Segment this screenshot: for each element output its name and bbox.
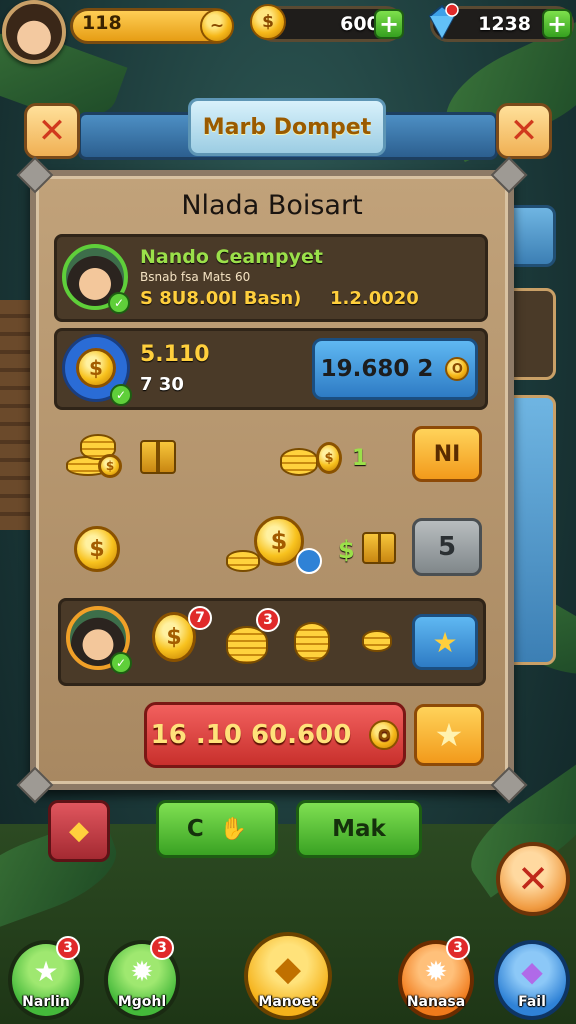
panel-corner [490, 156, 528, 194]
blue-coin-icon [296, 548, 322, 574]
player-avatar[interactable] [2, 0, 66, 64]
secondary-button-label: C [186, 816, 204, 842]
nav-label: Fail [518, 994, 546, 1010]
coin-icon: O [445, 357, 470, 381]
total-button[interactable]: 16 .10 60.600 O [144, 702, 406, 768]
close-icon: ✕ [37, 111, 67, 151]
panel-corner [490, 766, 528, 804]
gear-icon: ✹ [424, 955, 448, 988]
gold-chest-icon [362, 532, 396, 564]
star-icon: ★ [33, 955, 59, 988]
nav-label: Nanasa [406, 994, 466, 1010]
star-icon: ★ [434, 716, 464, 754]
profile-name: Nando Ceampyet [140, 246, 323, 268]
close-icon: ✕ [509, 111, 539, 151]
nav-label: Narlin [22, 994, 70, 1010]
level-coin-icon: ~ [200, 9, 234, 43]
balance-button-value: 19.680 2 [320, 356, 434, 382]
make-button[interactable]: Mak [296, 800, 422, 858]
coin-stack-icon [294, 622, 330, 662]
total-value: 16 .10 60.600 [150, 720, 352, 750]
gold-chest-icon [140, 440, 176, 474]
page-title: Marb Dompet [188, 98, 386, 156]
balance-line-1: 5.110 [140, 342, 210, 367]
nav-item-manoet[interactable]: ◆ Manoet [244, 932, 332, 1020]
close-round-button[interactable]: ✕ [496, 842, 570, 916]
profile-stat-right: 1.2.0020 [330, 288, 419, 309]
close-button-left[interactable]: ✕ [24, 103, 80, 159]
verified-badge-icon: ✓ [110, 384, 132, 406]
gear-icon: ✹ [130, 955, 154, 988]
row-b-button[interactable]: 5 [412, 518, 482, 576]
favorite-button[interactable]: ★ [414, 704, 484, 766]
notification-badge: 7 [188, 606, 212, 630]
close-icon: ✕ [517, 857, 549, 901]
add-coins-button[interactable]: + [374, 9, 404, 39]
panel-title: Nlada Boisart [181, 190, 363, 221]
verified-badge-icon: ✓ [108, 292, 130, 314]
row-a-button[interactable]: NI [412, 426, 482, 482]
ticket-icon: ◆ [69, 816, 89, 846]
coin-stack-icon [226, 550, 260, 572]
notification-badge: 3 [446, 936, 470, 960]
dollar-coin-icon: $ [76, 348, 116, 388]
coin-icon: $ [316, 442, 342, 474]
coin-stack-icon [280, 448, 318, 476]
coin-stack-icon [362, 630, 392, 652]
row-a-count: 1 [352, 446, 368, 471]
dollar-coin-icon: $ [74, 526, 120, 572]
coin-icon: $ [250, 4, 286, 40]
panel-corner [16, 766, 54, 804]
gem-icon [422, 2, 462, 42]
profile-subtitle: Bsnab fsa Mats 60 [140, 270, 251, 284]
ticket-button[interactable]: ◆ [48, 800, 110, 862]
nav-label: Manoet [258, 994, 318, 1010]
balance-button[interactable]: 19.680 2 O [312, 338, 478, 400]
star-icon: ★ [432, 625, 458, 659]
dollar-sign: $ [338, 536, 355, 564]
player-level: 118 [82, 12, 122, 34]
verified-badge-icon: ✓ [110, 652, 132, 674]
coin-icon: $ [98, 454, 122, 478]
balance-line-2: 7 30 [140, 374, 184, 395]
coin-icon: O [369, 720, 400, 750]
coin-stack-icon [226, 626, 268, 664]
nav-item-fail[interactable]: ◆ Fail [494, 940, 570, 1020]
add-gems-button[interactable]: + [542, 9, 572, 39]
profile-stat-left: S 8U8.00I Basn) [140, 288, 302, 309]
reward-button[interactable]: ★ [412, 614, 478, 670]
notification-badge: 3 [56, 936, 80, 960]
gem-icon: ◆ [521, 955, 543, 988]
hand-icon: ✋ [219, 816, 248, 842]
panel-corner [16, 156, 54, 194]
nav-label: Mgohl [117, 994, 167, 1010]
notification-badge: 3 [150, 936, 174, 960]
secondary-button[interactable]: C ✋ [156, 800, 278, 858]
close-button-right[interactable]: ✕ [496, 103, 552, 159]
notification-badge: 3 [256, 608, 280, 632]
bag-icon: ◆ [274, 949, 302, 989]
